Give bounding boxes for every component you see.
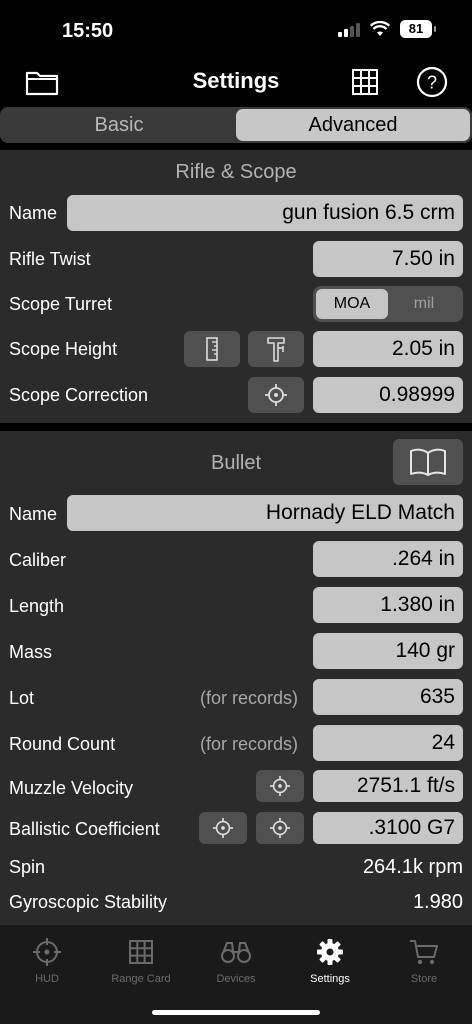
gyroscopic-stability-label: Gyroscopic Stability xyxy=(9,892,168,912)
status-time: 15:50 xyxy=(62,20,114,42)
caliper-button[interactable] xyxy=(248,331,304,367)
navigation-bar: Settings ? xyxy=(0,60,472,106)
tab-settings-label: Settings xyxy=(310,973,350,985)
rifle-name-label: Name xyxy=(9,203,58,223)
spin-label: Spin xyxy=(9,857,46,877)
rifle-scope-section: Rifle & Scope Name gun fusion 6.5 crm Ri… xyxy=(0,150,472,423)
scope-correction-field[interactable]: 0.98999 xyxy=(313,377,463,413)
cart-icon xyxy=(410,940,438,965)
caliper-icon xyxy=(267,337,285,362)
ballistic-coefficient-label: Ballistic Coefficient xyxy=(9,819,160,839)
round-count-field[interactable]: 24 xyxy=(313,725,463,761)
tab-range-card[interactable]: Range Card xyxy=(96,937,186,985)
muzzle-velocity-label: Muzzle Velocity xyxy=(9,778,134,798)
mode-segmented-control: Basic Advanced xyxy=(0,107,472,143)
rifle-scope-title: Rifle & Scope xyxy=(175,161,297,183)
scope-height-label: Scope Height xyxy=(9,339,118,359)
caliber-field[interactable]: .264 in xyxy=(313,541,463,577)
wifi-icon xyxy=(370,21,390,36)
tab-advanced[interactable]: Advanced xyxy=(236,109,470,141)
status-icons: 81 xyxy=(338,20,436,38)
cellular-signal-icon xyxy=(338,21,360,37)
crosshair-icon xyxy=(265,384,287,406)
gyroscopic-stability-value: 1.980 xyxy=(412,891,463,913)
mass-field[interactable]: 140 gr xyxy=(313,633,463,669)
status-bar: 15:50 81 xyxy=(0,0,472,60)
gear-icon xyxy=(317,939,343,965)
scope-turret-toggle: MOA mil xyxy=(313,286,463,322)
rifle-twist-label: Rifle Twist xyxy=(9,249,91,269)
grid-icon xyxy=(129,940,153,964)
ruler-icon xyxy=(206,337,218,361)
tab-hud[interactable]: HUD xyxy=(2,937,92,985)
length-label: Length xyxy=(9,596,65,616)
scope-correction-label: Scope Correction xyxy=(9,385,149,405)
caliber-label: Caliber xyxy=(9,550,67,570)
bc-target-button-1[interactable] xyxy=(199,812,247,844)
page-title: Settings xyxy=(192,68,280,93)
tab-settings[interactable]: Settings xyxy=(285,937,375,985)
question-icon: ? xyxy=(416,66,448,98)
tab-store-label: Store xyxy=(410,973,438,985)
bottom-tab-bar: HUD Range Card Devices Settings Store xyxy=(0,924,472,1024)
round-count-label: Round Count xyxy=(9,734,116,754)
crosshair-icon xyxy=(33,938,61,966)
bullet-library-button[interactable] xyxy=(393,439,463,485)
rifle-name-field[interactable]: gun fusion 6.5 crm xyxy=(67,195,463,231)
muzzle-velocity-target-button[interactable] xyxy=(256,770,304,802)
lot-note: (for records) xyxy=(200,688,299,708)
binoculars-icon xyxy=(221,942,251,963)
rifle-twist-field[interactable]: 7.50 in xyxy=(313,241,463,277)
ballistic-coefficient-field[interactable]: .3100 G7 xyxy=(313,812,463,844)
home-indicator[interactable] xyxy=(152,1010,320,1015)
spin-value: 264.1k rpm xyxy=(362,856,463,878)
tab-range-card-label: Range Card xyxy=(111,973,171,985)
bc-target-button-2[interactable] xyxy=(256,812,304,844)
scope-correction-target-button[interactable] xyxy=(248,377,304,413)
battery-icon: 81 xyxy=(400,20,436,38)
tab-devices[interactable]: Devices xyxy=(191,937,281,985)
svg-text:?: ? xyxy=(427,73,437,93)
turret-mil-option[interactable]: mil xyxy=(388,289,460,319)
tab-store[interactable]: Store xyxy=(379,937,469,985)
turret-moa-option[interactable]: MOA xyxy=(316,289,388,319)
bullet-name-label: Name xyxy=(9,504,58,524)
scope-turret-label: Scope Turret xyxy=(9,294,113,314)
muzzle-velocity-field[interactable]: 2751.1 ft/s xyxy=(313,770,463,802)
book-icon xyxy=(410,448,446,476)
tab-devices-label: Devices xyxy=(216,973,256,985)
scope-height-field[interactable]: 2.05 in xyxy=(313,331,463,367)
ruler-button[interactable] xyxy=(184,331,240,367)
lot-field[interactable]: 635 xyxy=(313,679,463,715)
bullet-section: Bullet Name Hornady ELD Match Caliber .2… xyxy=(0,431,472,924)
crosshair-icon xyxy=(269,775,291,797)
round-count-note: (for records) xyxy=(200,734,299,754)
help-button[interactable]: ? xyxy=(412,64,452,100)
crosshair-icon xyxy=(269,817,291,839)
grid-button[interactable] xyxy=(345,64,385,100)
length-field[interactable]: 1.380 in xyxy=(313,587,463,623)
mass-label: Mass xyxy=(9,642,53,662)
tab-hud-label: HUD xyxy=(35,973,59,985)
bullet-name-field[interactable]: Hornady ELD Match xyxy=(67,495,463,531)
grid-icon xyxy=(352,69,378,95)
tab-basic[interactable]: Basic xyxy=(2,109,236,141)
crosshair-icon xyxy=(212,817,234,839)
lot-label: Lot xyxy=(9,688,35,708)
